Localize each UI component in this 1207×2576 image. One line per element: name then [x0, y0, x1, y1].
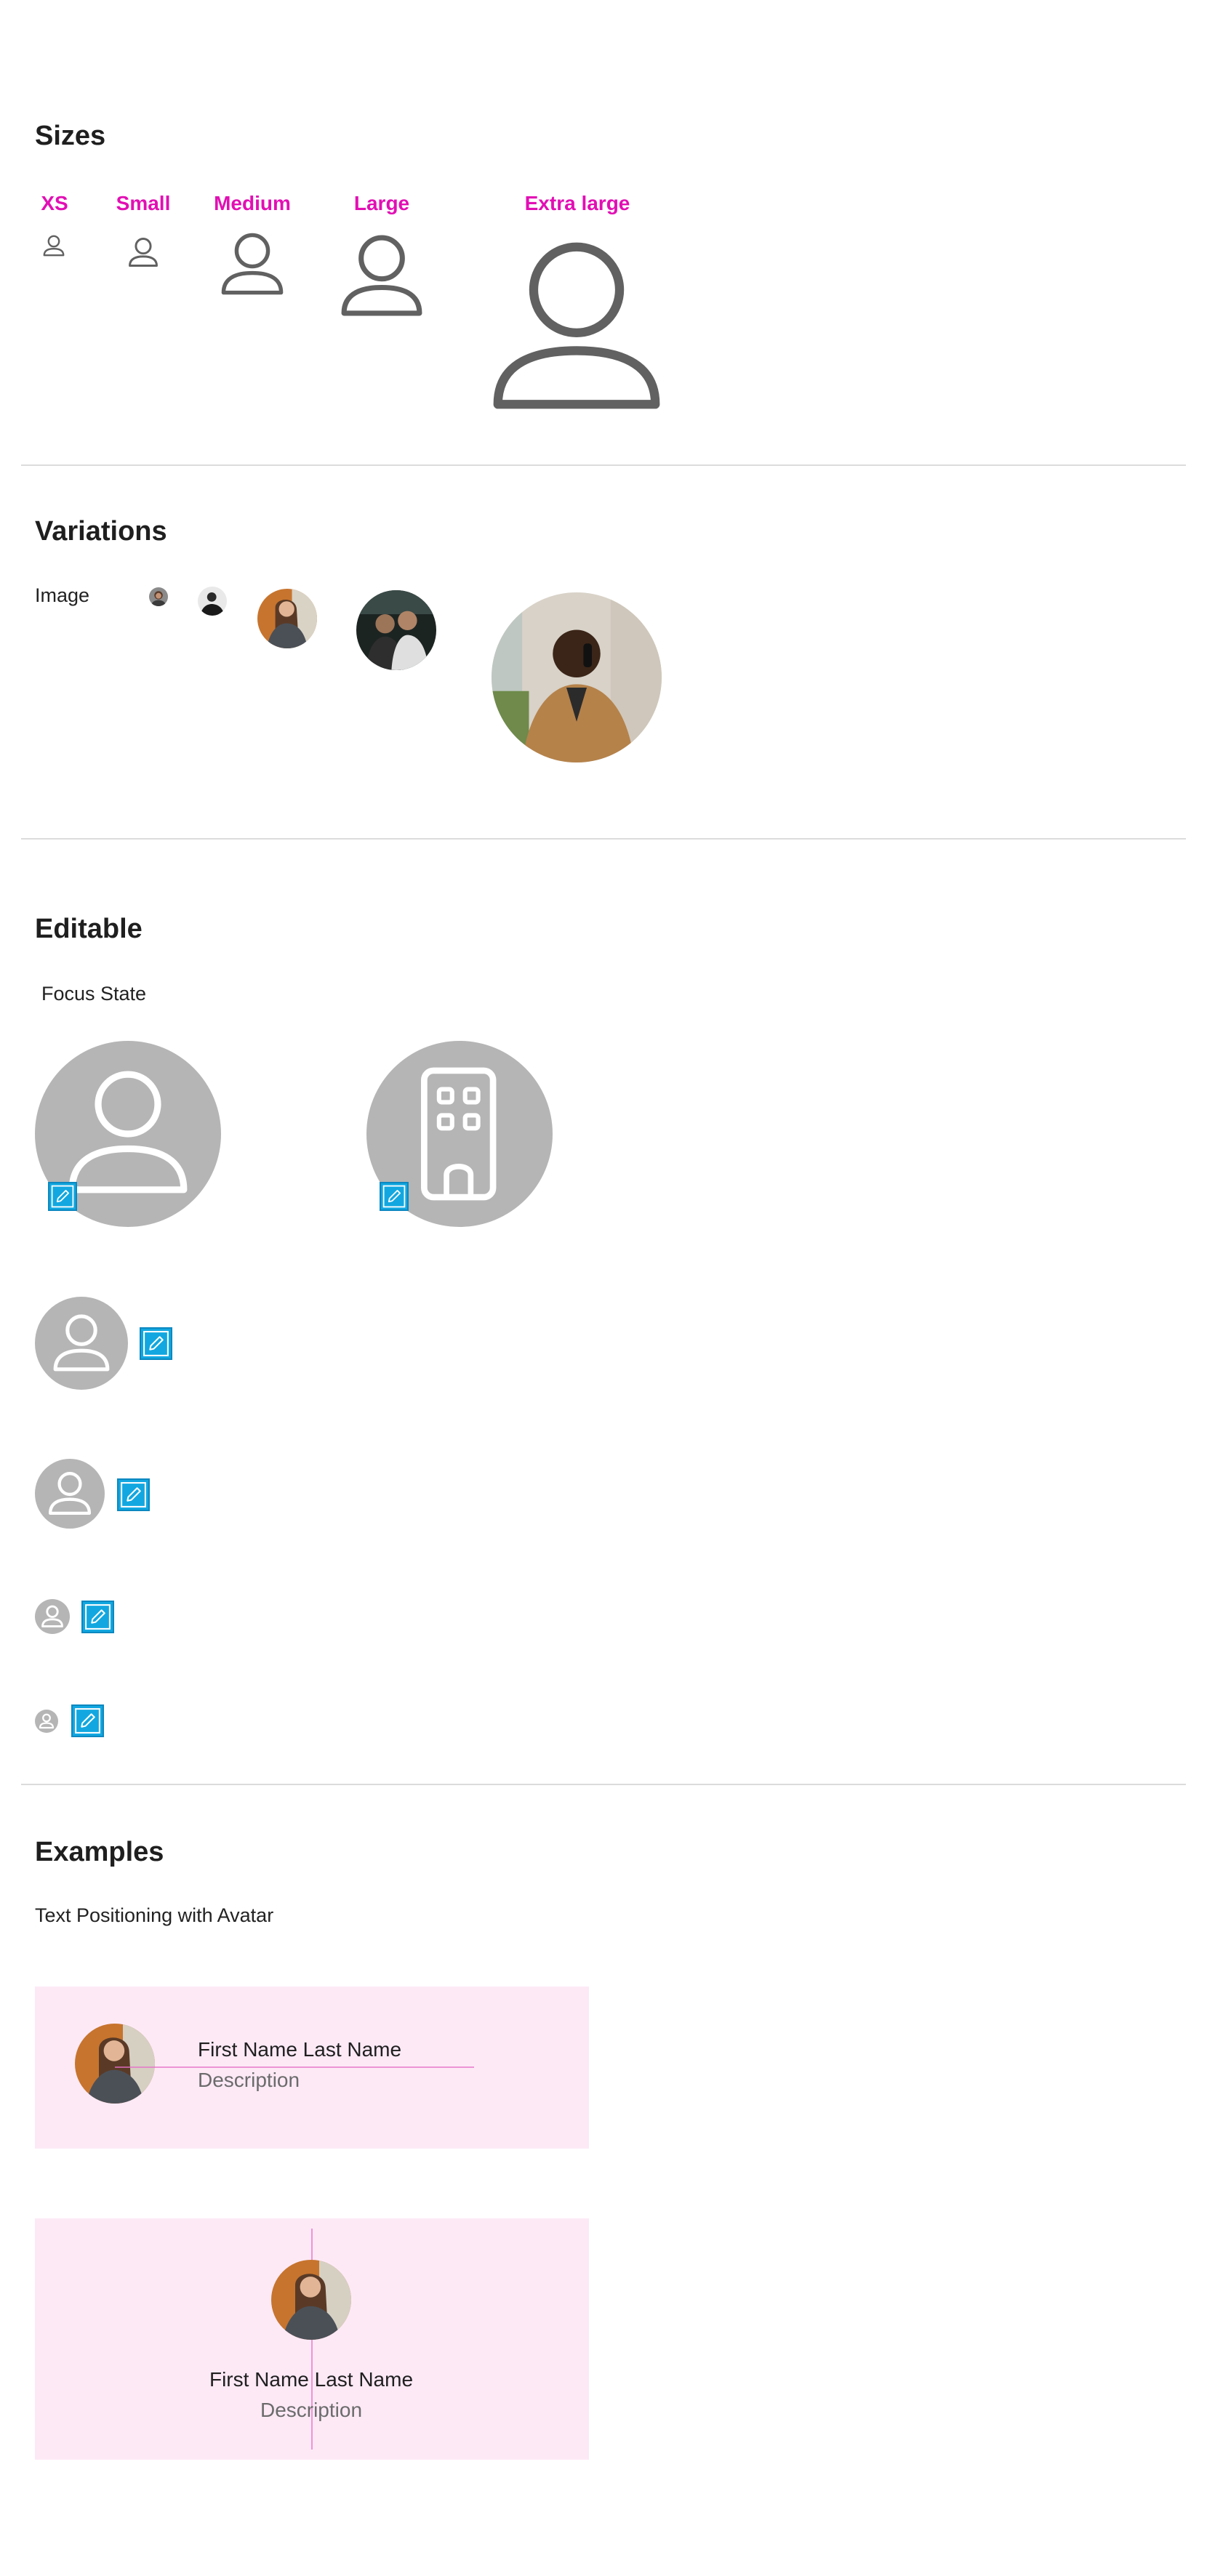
- editable-avatar-person[interactable]: [35, 1297, 128, 1390]
- size-label-medium: Medium: [214, 192, 291, 214]
- edit-avatar-button[interactable]: [71, 1704, 104, 1737]
- size-label-small: Small: [116, 192, 171, 214]
- avatar-image-xs: [149, 587, 168, 606]
- edit-avatar-button[interactable]: [140, 1327, 172, 1360]
- size-label-extra-large: Extra large: [524, 192, 630, 214]
- divider: [21, 464, 1186, 466]
- person-description: Description: [260, 2399, 363, 2421]
- edit-avatar-button[interactable]: [117, 1478, 150, 1511]
- pencil-icon: [382, 1185, 406, 1208]
- person-outline-icon: [129, 238, 158, 267]
- person-outline-icon: [39, 1713, 55, 1729]
- focus-state-label: Focus State: [41, 983, 147, 1005]
- person-name: First Name Last Name: [209, 2368, 414, 2391]
- edit-avatar-button[interactable]: [48, 1182, 77, 1211]
- variations-heading: Variations: [35, 516, 167, 547]
- editable-avatar-person[interactable]: [35, 1599, 70, 1634]
- person-outline-icon: [341, 235, 422, 316]
- person-name: First Name Last Name: [198, 2038, 402, 2061]
- editable-avatar-person[interactable]: [35, 1710, 58, 1733]
- avatar-image-medium: [257, 589, 317, 648]
- avatar-image-small: [198, 587, 227, 616]
- avatar: [271, 2260, 351, 2340]
- divider: [21, 838, 1186, 840]
- edit-avatar-button[interactable]: [380, 1182, 409, 1211]
- examples-subtitle: Text Positioning with Avatar: [35, 1904, 274, 1926]
- editable-heading: Editable: [35, 914, 143, 944]
- pencil-icon: [51, 1185, 74, 1208]
- image-row-label: Image: [35, 584, 90, 606]
- pencil-icon: [143, 1331, 169, 1356]
- example-card-horizontal: First Name Last Name Description: [35, 1987, 589, 2149]
- person-outline-icon: [53, 1314, 110, 1372]
- person-outline-icon: [41, 1605, 63, 1627]
- editable-avatar-person[interactable]: [35, 1459, 105, 1529]
- example-card-stacked: First Name Last Name Description: [35, 2218, 589, 2460]
- person-outline-icon: [493, 242, 660, 409]
- person-description: Description: [198, 2069, 300, 2091]
- person-outline-icon: [221, 233, 284, 295]
- pencil-icon: [75, 1708, 100, 1734]
- pencil-icon: [121, 1482, 146, 1508]
- pencil-icon: [85, 1604, 111, 1630]
- sizes-heading: Sizes: [35, 121, 106, 151]
- edit-avatar-button[interactable]: [81, 1601, 114, 1633]
- avatar-image-extra-large: [492, 592, 662, 762]
- avatar-image-large: [356, 590, 436, 670]
- size-label-large: Large: [353, 192, 410, 214]
- avatar: [75, 2024, 155, 2104]
- examples-heading: Examples: [35, 1837, 164, 1867]
- person-outline-icon: [48, 1472, 92, 1516]
- person-outline-icon: [43, 235, 65, 257]
- guide-line: [115, 2066, 474, 2068]
- divider: [21, 1784, 1186, 1785]
- size-label-xs: XS: [41, 192, 68, 214]
